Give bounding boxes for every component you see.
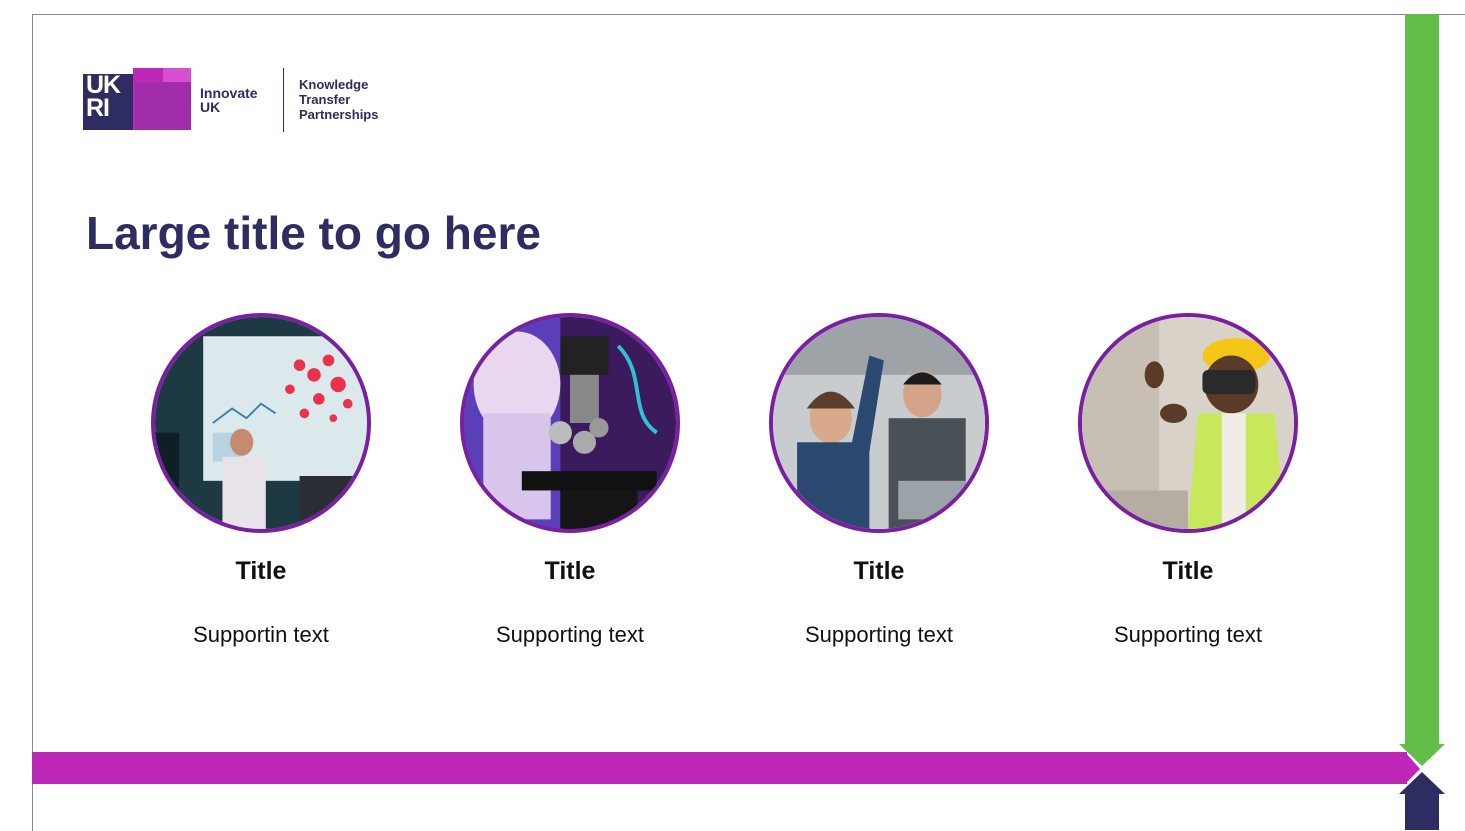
card-title: Title <box>1162 557 1214 585</box>
card-1: Title Supportin text <box>146 313 376 648</box>
card-title: Title <box>853 557 905 585</box>
page-title: Large title to go here <box>86 207 541 259</box>
innovate-uk-wordmark: Innovate UK <box>200 85 258 115</box>
card-title: Title <box>544 557 596 585</box>
card-title: Title <box>235 557 287 585</box>
green-vertical-bar <box>1405 14 1439 744</box>
arrow-decoration <box>1395 736 1445 830</box>
ukri-letters: UK RI <box>86 71 121 122</box>
logo-divider <box>283 68 284 132</box>
presentation-image <box>151 313 371 533</box>
vr-worker-image <box>1078 313 1298 533</box>
card-supporting-text: Supporting text <box>496 622 644 647</box>
card-supporting-text: Supporting text <box>805 622 953 647</box>
engineers-image <box>769 313 989 533</box>
card-supporting-text: Supporting text <box>1114 622 1262 647</box>
card-4: Title Supporting text <box>1073 313 1303 648</box>
card-3: Title Supporting text <box>764 313 994 648</box>
microscope-image <box>460 313 680 533</box>
card-2: Title Supporting text <box>455 313 685 648</box>
magenta-horizontal-bar <box>32 752 1407 784</box>
ktp-wordmark: Knowledge Transfer Partnerships <box>299 77 379 122</box>
card-supporting-text: Supportin text <box>193 622 329 647</box>
